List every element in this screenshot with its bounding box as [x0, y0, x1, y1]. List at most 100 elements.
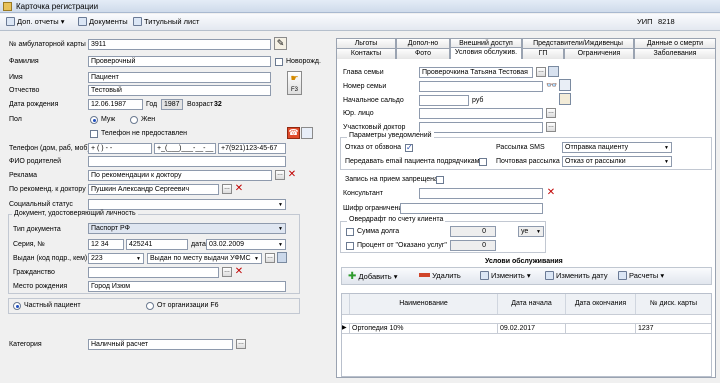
percent-checkbox[interactable]: [346, 242, 354, 250]
uip-value: 8218: [658, 17, 675, 26]
reports-button[interactable]: Доп. отчеты ▾: [6, 17, 65, 28]
debt-unit-select[interactable]: уе: [518, 226, 544, 237]
tab-service-conditions[interactable]: Условия обслужив.: [450, 47, 522, 59]
patronymic-field[interactable]: Тестовый: [88, 85, 271, 96]
phone-icon[interactable]: ☎: [287, 127, 300, 139]
citizenship-select-button[interactable]: …: [222, 267, 232, 277]
consultant-field[interactable]: [419, 188, 543, 199]
citizenship-clear-icon[interactable]: ✕: [234, 267, 244, 277]
name-label: Имя: [9, 74, 23, 81]
ad-clear-icon[interactable]: ✕: [287, 170, 297, 180]
phone-na-checkbox[interactable]: [90, 130, 98, 138]
family-head-field[interactable]: Проверочкина Татьяна Тестовая: [419, 67, 533, 78]
family-number-field[interactable]: [419, 81, 543, 92]
grid-header-start[interactable]: Дата начала: [498, 294, 566, 314]
sex-male-radio[interactable]: [90, 116, 98, 124]
family-head-select-button[interactable]: …: [536, 67, 546, 77]
ad-field[interactable]: По рекомендации к доктору: [88, 170, 272, 181]
parents-field[interactable]: [88, 156, 286, 167]
edit-card-icon[interactable]: ✎: [274, 37, 287, 50]
rec-doctor-select-button[interactable]: …: [222, 184, 232, 194]
issued-by-select[interactable]: Выдан по месту выдачи УФМС: [147, 253, 262, 264]
grid-header-card[interactable]: № диск. карты: [636, 294, 711, 314]
private-patient-radio[interactable]: [13, 302, 21, 310]
doc-type-select[interactable]: Паспорт РФ: [88, 223, 286, 234]
calculations-button[interactable]: Расчеты ▾: [618, 271, 664, 280]
organization-radio[interactable]: [146, 302, 154, 310]
category-select-button[interactable]: …: [236, 339, 246, 349]
initial-balance-unit: руб: [472, 97, 484, 104]
series-field[interactable]: 12 34: [88, 239, 124, 250]
dob-field[interactable]: 12.06.1987: [88, 99, 143, 110]
name-field[interactable]: Пациент: [88, 72, 271, 83]
birthplace-field[interactable]: Город Изюм: [88, 281, 286, 292]
social-status-label: Социальный статус: [9, 201, 73, 208]
doc-type-label: Тип документа: [13, 226, 61, 233]
f3-button[interactable]: ☛ F3: [287, 71, 302, 95]
appointment-banned-checkbox[interactable]: [436, 176, 444, 184]
edit-button[interactable]: Изменить ▾: [480, 271, 531, 280]
tab-gp[interactable]: ГП: [522, 48, 564, 59]
legal-entity-select-button[interactable]: …: [546, 108, 556, 118]
doc-number-field[interactable]: 425241: [126, 239, 188, 250]
add-button[interactable]: ✚ Добавить ▾: [348, 271, 398, 282]
family-form-icon[interactable]: [559, 79, 571, 91]
sex-label: Пол: [9, 116, 22, 123]
balance-edit-icon[interactable]: [559, 93, 571, 105]
debt-sum-field[interactable]: 0: [450, 226, 496, 237]
delete-button[interactable]: Удалить: [419, 271, 461, 280]
percent-field[interactable]: 0: [450, 240, 496, 251]
title-sheet-button[interactable]: Титульный лист: [133, 17, 199, 28]
legal-entity-field[interactable]: [419, 108, 543, 119]
phone-work-field[interactable]: +_(___)___-__-__: [154, 143, 216, 154]
year-field: 1987: [161, 99, 183, 110]
issued-grid-icon[interactable]: [277, 252, 287, 263]
sex-female-radio[interactable]: [130, 116, 138, 124]
surname-field[interactable]: Проверочный: [88, 56, 271, 67]
card-number-field[interactable]: 3911: [88, 39, 271, 50]
newborn-label: Новорожд.: [286, 58, 321, 65]
category-field[interactable]: Наличный расчет: [88, 339, 233, 350]
table-row[interactable]: ▶ Ортопедия 10% 09.02.2017 1237: [342, 323, 711, 334]
restriction-code-label: Шифр ограничений: [343, 205, 407, 212]
consultant-clear-icon[interactable]: ✕: [546, 188, 556, 198]
initial-balance-field[interactable]: [419, 95, 469, 106]
documents-button[interactable]: Документы: [78, 17, 128, 28]
social-status-select[interactable]: [88, 199, 286, 210]
issued-by-select-button[interactable]: …: [265, 253, 275, 263]
newborn-checkbox[interactable]: [275, 58, 283, 66]
rec-doctor-clear-icon[interactable]: ✕: [234, 184, 244, 194]
email-transfer-checkbox[interactable]: [479, 158, 487, 166]
calculator-icon: [618, 271, 627, 280]
citizenship-label: Гражданство: [13, 269, 55, 276]
year-label: Год: [146, 101, 158, 108]
mail-distribution-select[interactable]: Отказ от рассылки: [562, 156, 672, 167]
citizenship-field[interactable]: [88, 267, 219, 278]
tab-diseases[interactable]: Заболевания: [634, 48, 716, 59]
debt-sum-checkbox[interactable]: [346, 228, 354, 236]
restriction-code-field[interactable]: [400, 203, 543, 214]
binoculars-icon[interactable]: 👓: [546, 79, 558, 91]
doc-date-field[interactable]: 03.02.2009: [206, 239, 286, 250]
sms-select[interactable]: Отправка пациенту: [562, 142, 672, 153]
attending-doctor-select-button[interactable]: …: [546, 122, 556, 132]
call-refuse-checkbox[interactable]: [405, 143, 413, 152]
issued-code-select[interactable]: 223: [88, 253, 144, 264]
phone-home-field[interactable]: + ( ) - -: [88, 143, 152, 154]
rec-doctor-field[interactable]: Пушкин Александр Сергеевич: [88, 184, 219, 195]
calendar-icon: [545, 271, 554, 280]
grid-header-end[interactable]: Дата окончания: [566, 294, 636, 314]
change-date-button[interactable]: Изменить дату: [545, 271, 608, 280]
contacts-icon[interactable]: [301, 127, 313, 139]
series-label: Серия, №: [13, 241, 45, 248]
attending-doctor-field[interactable]: [419, 122, 543, 133]
grid-header-name[interactable]: Наименование: [350, 294, 498, 314]
family-number-label: Номер семьи: [343, 83, 387, 90]
tab-contacts[interactable]: Контакты: [336, 48, 396, 59]
ad-select-button[interactable]: …: [275, 170, 285, 180]
family-head-card-icon[interactable]: [548, 66, 559, 77]
tab-restrictions[interactable]: Ограничения: [564, 48, 634, 59]
phone-label: Телефон (дом, раб, моб): [9, 145, 90, 152]
phone-mobile-field[interactable]: +7(921)123-45-67: [218, 143, 286, 154]
tab-photo[interactable]: Фото: [396, 48, 450, 59]
